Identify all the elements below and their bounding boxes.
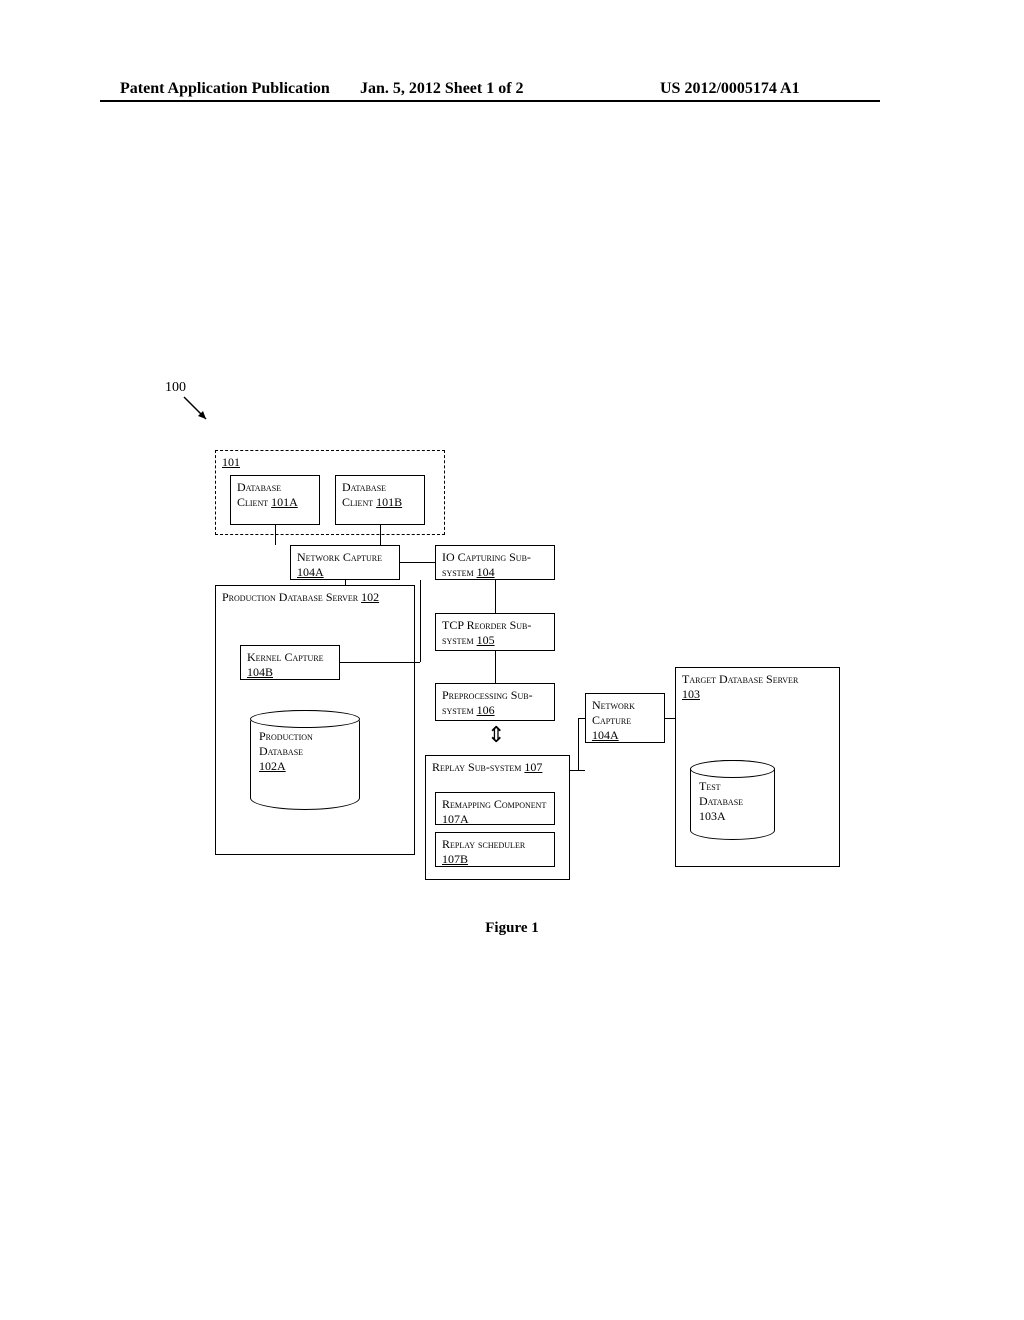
- network-capture-target-ref: 104A: [592, 728, 619, 742]
- connector: [570, 770, 585, 771]
- kernel-capture-ref: 104B: [247, 665, 273, 679]
- remapping-component: Remapping Component 107A: [435, 792, 555, 825]
- preprocessing-ref: 106: [477, 703, 495, 717]
- connector: [578, 718, 579, 770]
- bidirectional-arrow-icon: ⇕: [487, 724, 505, 746]
- replay-ref: 107: [524, 760, 542, 774]
- system-diagram: 100 101 Database Client 101A Database Cl…: [160, 380, 860, 940]
- test-database-ref: 103A: [699, 809, 726, 823]
- connector: [665, 718, 675, 719]
- replay-scheduler: Replay scheduler 107B: [435, 832, 555, 867]
- database-client-a: Database Client 101A: [230, 475, 320, 525]
- replay-scheduler-ref: 107B: [442, 852, 468, 866]
- tcp-reorder-ref: 105: [477, 633, 495, 647]
- connector: [380, 525, 381, 545]
- production-database-ref: 102A: [259, 759, 286, 773]
- header-date-sheet: Jan. 5, 2012 Sheet 1 of 2: [360, 80, 524, 98]
- database-client-a-ref: 101A: [271, 495, 298, 509]
- network-capture-ref: 104A: [297, 565, 324, 579]
- clients-group-ref: 101: [222, 455, 240, 470]
- kernel-capture-label: Kernel Capture: [247, 650, 324, 664]
- remapping-ref: 107A: [442, 812, 469, 826]
- preprocessing-subsystem: Preprocessing Sub-system 106: [435, 683, 555, 721]
- production-server-label: Production Database Server: [222, 590, 361, 604]
- network-capture-target-label: Network Capture: [592, 698, 635, 727]
- connector: [495, 651, 496, 683]
- target-server-ref: 103: [682, 687, 700, 701]
- test-database-label: Test Database: [699, 779, 743, 808]
- remapping-label: Remapping Component: [442, 797, 546, 811]
- replay-label: Replay Sub-system: [432, 760, 524, 774]
- header-publication: Patent Application Publication: [120, 80, 330, 98]
- connector: [345, 580, 346, 585]
- io-capturing-ref: 104: [477, 565, 495, 579]
- system-ref-number: 100: [165, 380, 186, 396]
- header-patent-number: US 2012/0005174 A1: [660, 80, 800, 98]
- production-database-label: Production Database: [259, 729, 313, 758]
- network-capture-label: Network Capture: [297, 550, 382, 564]
- kernel-capture: Kernel Capture 104B: [240, 645, 340, 680]
- database-client-b-ref: 101B: [376, 495, 402, 509]
- test-database: Test Database 103A: [690, 760, 775, 840]
- io-capturing-subsystem: IO Capturing Sub-system 104: [435, 545, 555, 580]
- production-server-ref: 102: [361, 590, 379, 604]
- header-rule: [100, 100, 880, 102]
- network-capture: Network Capture 104A: [290, 545, 400, 580]
- connector: [340, 662, 420, 663]
- connector: [495, 580, 496, 613]
- tcp-reorder-subsystem: TCP Reorder Sub-system 105: [435, 613, 555, 651]
- target-server-label: Target Database Server: [682, 672, 798, 686]
- pointer-arrow-icon: [182, 395, 212, 425]
- replay-scheduler-label: Replay scheduler: [442, 837, 525, 851]
- figure-caption: Figure 1: [0, 920, 1024, 937]
- database-client-b: Database Client 101B: [335, 475, 425, 525]
- connector: [400, 562, 435, 563]
- production-database: Production Database 102A: [250, 710, 360, 810]
- connector: [275, 525, 276, 545]
- connector: [420, 580, 421, 662]
- network-capture-target: Network Capture 104A: [585, 693, 665, 743]
